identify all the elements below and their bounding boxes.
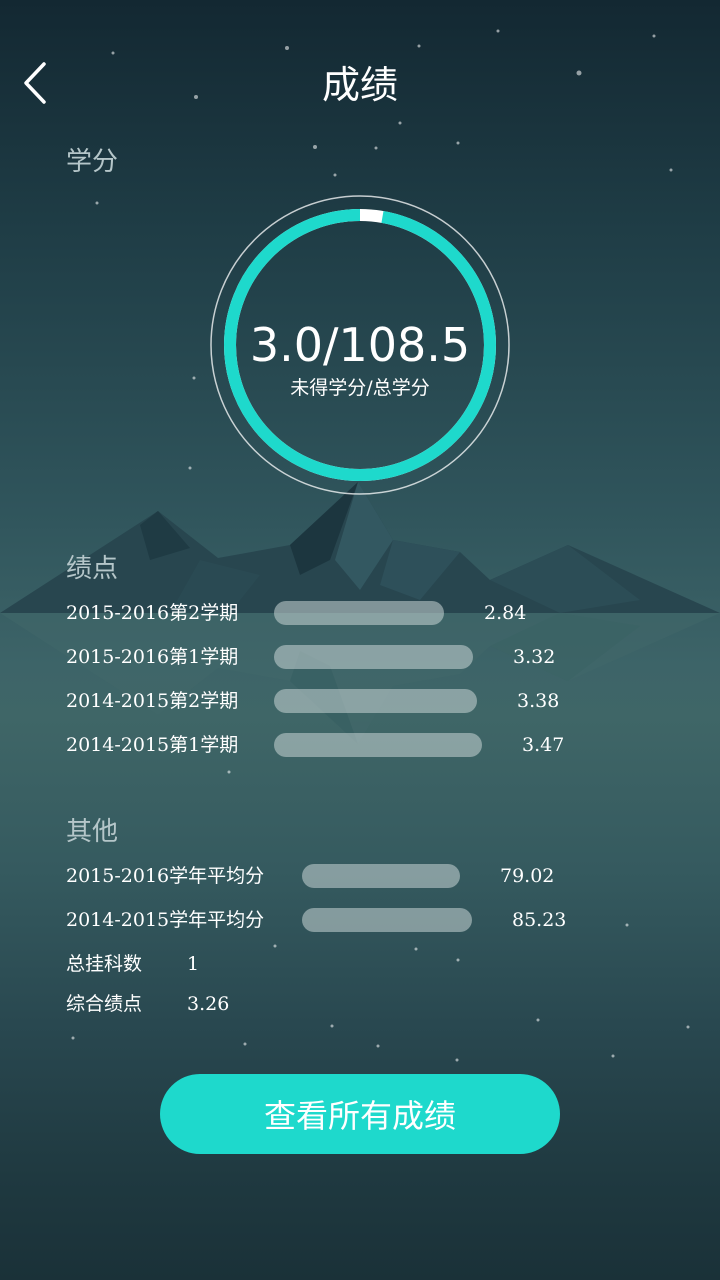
page-title: 成绩 bbox=[321, 63, 398, 107]
gpa-row-value: 3.38 bbox=[517, 690, 560, 712]
gpa-row: 2015-2016第2学期 2.84 bbox=[0, 598, 720, 628]
gpa-row-label: 2014-2015第1学期 bbox=[66, 734, 239, 756]
average-row: 2014-2015学年平均分 85.23 bbox=[0, 905, 720, 935]
gpa-row-label: 2014-2015第2学期 bbox=[66, 690, 239, 712]
failed-count-value: 1 bbox=[187, 953, 200, 975]
credits-section-title: 学分 bbox=[66, 147, 119, 177]
gpa-row: 2015-2016第1学期 3.32 bbox=[0, 642, 720, 672]
credits-caption: 未得学分/总学分 bbox=[290, 377, 430, 399]
average-row-label: 2014-2015学年平均分 bbox=[66, 909, 265, 931]
gpa-row-value: 2.84 bbox=[484, 602, 527, 624]
gpa-row-label: 2015-2016第1学期 bbox=[66, 646, 239, 668]
gpa-bar bbox=[274, 689, 477, 713]
gpa-row-value: 3.32 bbox=[513, 646, 556, 668]
gpa-bar bbox=[274, 645, 473, 669]
average-row-value: 79.02 bbox=[500, 865, 555, 887]
failed-count-row: 总挂科数 1 bbox=[0, 949, 720, 979]
view-all-grades-button[interactable]: 查看所有成绩 bbox=[160, 1074, 560, 1154]
other-section-title: 其他 bbox=[66, 817, 119, 847]
overall-gpa-label: 综合绩点 bbox=[66, 993, 143, 1015]
average-row-label: 2015-2016学年平均分 bbox=[66, 865, 265, 887]
gpa-bar bbox=[274, 733, 482, 757]
average-row-value: 85.23 bbox=[512, 909, 567, 931]
average-bar bbox=[302, 908, 472, 932]
gpa-row: 2014-2015第1学期 3.47 bbox=[0, 730, 720, 760]
gpa-section-title: 绩点 bbox=[66, 554, 119, 584]
average-bar bbox=[302, 864, 460, 888]
overall-gpa-value: 3.26 bbox=[187, 993, 230, 1015]
gpa-row: 2014-2015第2学期 3.38 bbox=[0, 686, 720, 716]
overall-gpa-row: 综合绩点 3.26 bbox=[0, 989, 720, 1019]
average-row: 2015-2016学年平均分 79.02 bbox=[0, 861, 720, 891]
gpa-row-label: 2015-2016第2学期 bbox=[66, 602, 239, 624]
gpa-bar bbox=[274, 601, 444, 625]
gpa-row-value: 3.47 bbox=[522, 734, 565, 756]
credits-value: 3.0/108.5 bbox=[249, 318, 471, 372]
failed-count-label: 总挂科数 bbox=[66, 953, 143, 975]
